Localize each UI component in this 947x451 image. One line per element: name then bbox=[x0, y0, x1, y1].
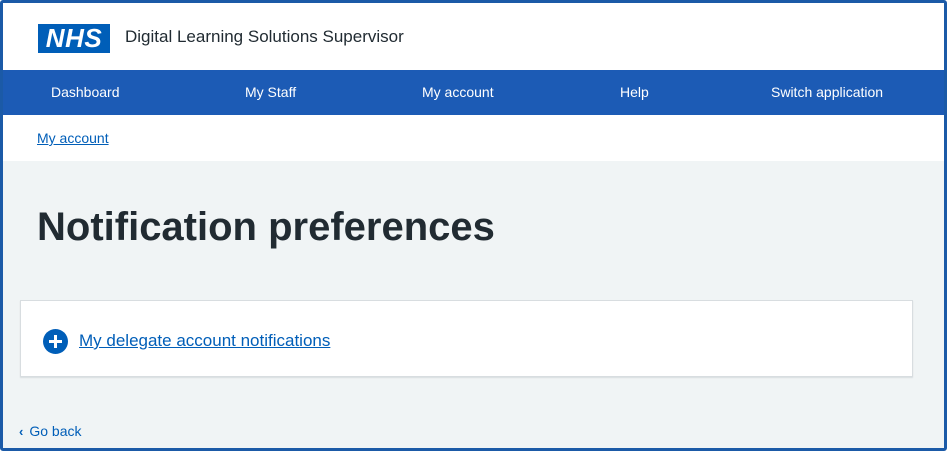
service-name[interactable]: Digital Learning Solutions Supervisor bbox=[125, 27, 404, 47]
nav-item-dashboard[interactable]: Dashboard bbox=[51, 84, 120, 100]
chevron-left-icon: ‹ bbox=[19, 424, 24, 439]
back-link-label[interactable]: Go back bbox=[29, 423, 81, 439]
nav-item-help[interactable]: Help bbox=[620, 84, 649, 100]
nav-item-my-account[interactable]: My account bbox=[422, 84, 494, 100]
app-frame: NHS Digital Learning Solutions Superviso… bbox=[0, 0, 947, 451]
primary-navigation: Dashboard My Staff My account Help Switc… bbox=[3, 70, 944, 115]
details-card: My delegate account notifications bbox=[20, 300, 913, 377]
page-title: Notification preferences bbox=[37, 205, 495, 249]
breadcrumb-link-my-account[interactable]: My account bbox=[37, 130, 109, 146]
header: NHS Digital Learning Solutions Superviso… bbox=[3, 3, 944, 70]
breadcrumb: My account bbox=[3, 115, 944, 161]
back-link[interactable]: ‹ Go back bbox=[19, 423, 81, 439]
details-summary-delegate-notifications[interactable]: My delegate account notifications bbox=[79, 331, 330, 351]
nhs-logo[interactable]: NHS bbox=[38, 24, 110, 53]
plus-circle-icon[interactable] bbox=[43, 329, 68, 354]
nav-item-switch-application[interactable]: Switch application bbox=[771, 84, 883, 100]
nav-item-my-staff[interactable]: My Staff bbox=[245, 84, 296, 100]
